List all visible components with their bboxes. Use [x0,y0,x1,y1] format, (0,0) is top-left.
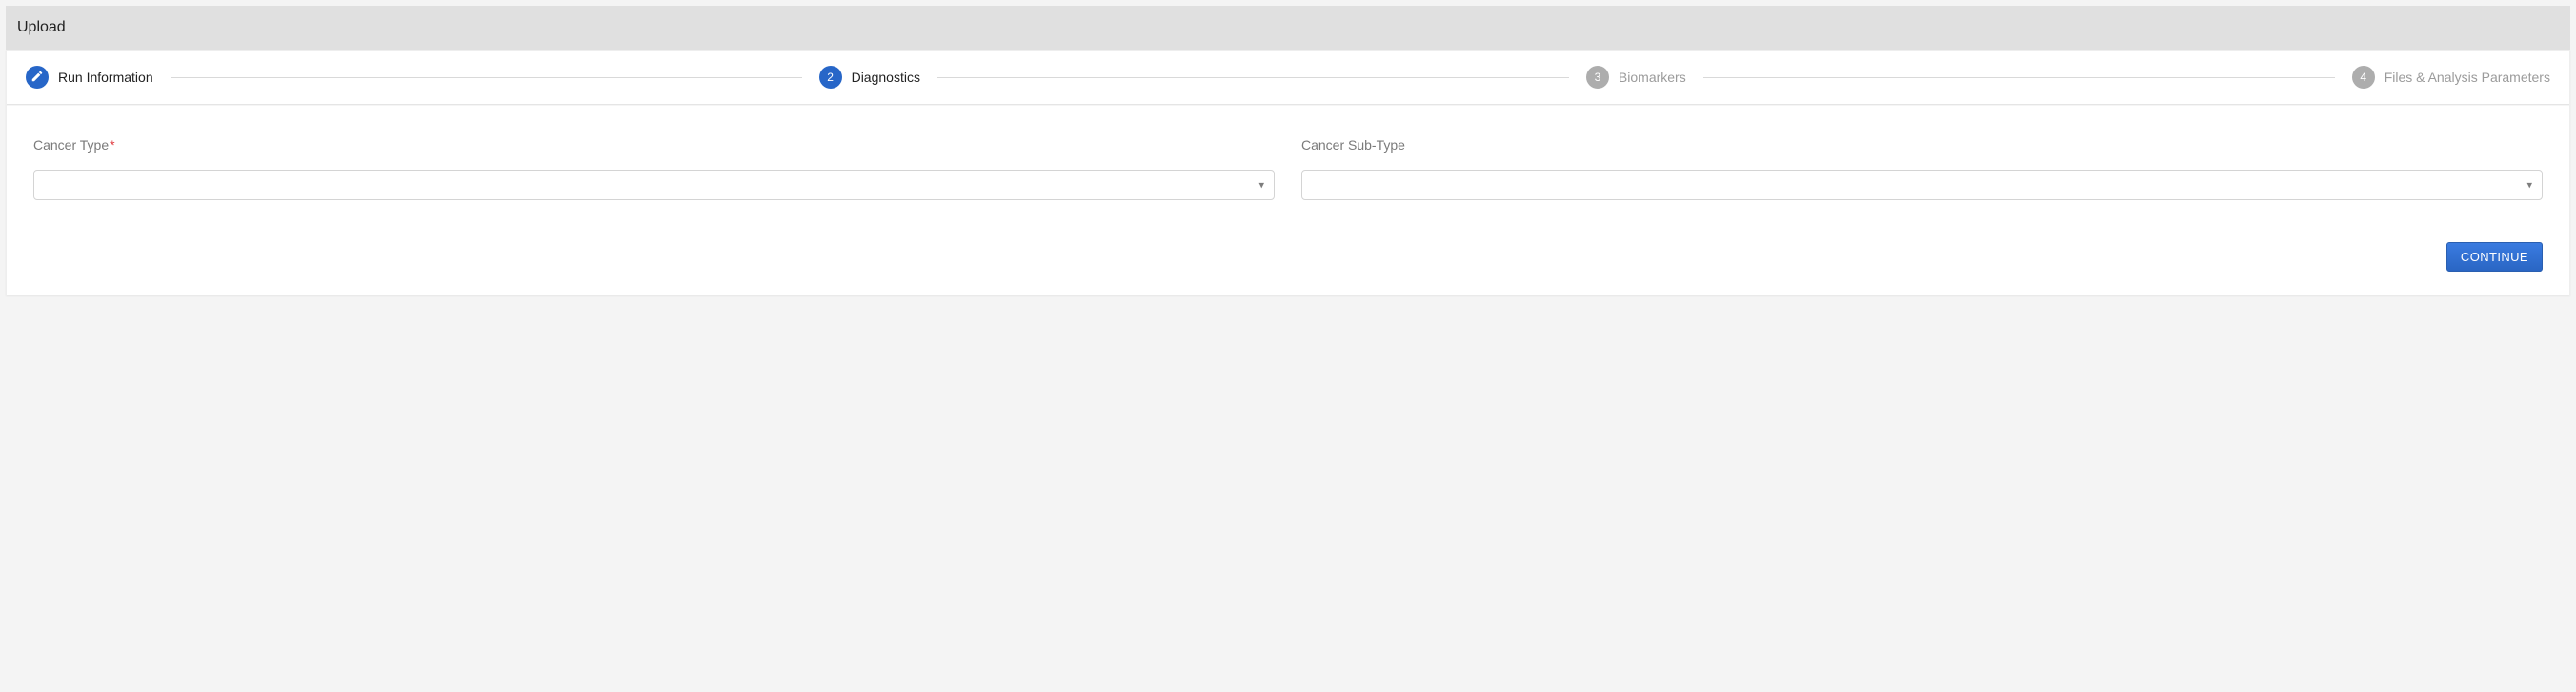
step-badge-upcoming: 3 [1586,66,1609,89]
field-label: Cancer Sub-Type [1301,137,2543,153]
required-asterisk: * [110,137,114,153]
chevron-down-icon: ▾ [2526,179,2532,192]
field-cancer-subtype: Cancer Sub-Type ▾ [1301,137,2543,200]
step-biomarkers[interactable]: 3 Biomarkers [1586,66,1686,89]
step-connector [171,77,802,78]
field-label: Cancer Type* [33,137,1275,153]
form-body: Cancer Type* ▾ Cancer Sub-Type ▾ [7,105,2569,295]
wizard-card: Run Information 2 Diagnostics 3 Biomarke… [6,50,2570,295]
label-text: Cancer Type [33,137,109,153]
page-title: Upload [17,19,66,35]
step-number: 4 [2360,71,2366,84]
step-label: Diagnostics [852,70,920,85]
step-diagnostics[interactable]: 2 Diagnostics [819,66,920,89]
form-row: Cancer Type* ▾ Cancer Sub-Type ▾ [33,137,2543,200]
label-text: Cancer Sub-Type [1301,137,1405,153]
stepper: Run Information 2 Diagnostics 3 Biomarke… [7,51,2569,105]
step-number: 3 [1595,71,1601,84]
pencil-icon [30,70,44,86]
step-number: 2 [827,71,834,84]
step-label: Biomarkers [1619,70,1686,85]
step-connector [937,77,1569,78]
step-files-analysis[interactable]: 4 Files & Analysis Parameters [2352,66,2550,89]
cancer-type-select[interactable]: ▾ [33,170,1275,200]
continue-button[interactable]: CONTINUE [2446,242,2543,272]
cancer-subtype-select[interactable]: ▾ [1301,170,2543,200]
step-badge-current: 2 [819,66,842,89]
step-label: Run Information [58,70,153,85]
field-cancer-type: Cancer Type* ▾ [33,137,1275,200]
step-run-information[interactable]: Run Information [26,66,153,89]
step-connector [1703,77,2335,78]
page-root: Upload Run Information 2 Diagno [0,0,2576,301]
form-actions: CONTINUE [33,242,2543,272]
step-badge-done [26,66,49,89]
step-label: Files & Analysis Parameters [2385,70,2550,85]
step-badge-upcoming: 4 [2352,66,2375,89]
chevron-down-icon: ▾ [1258,179,1264,192]
page-header: Upload [6,6,2570,50]
